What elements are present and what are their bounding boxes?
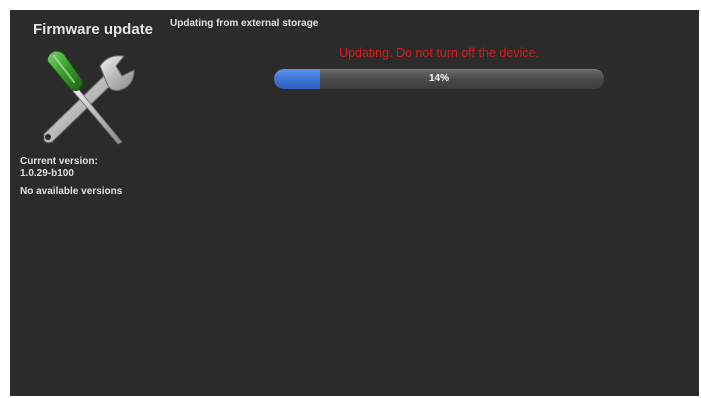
sidebar: Firmware update Current version: 1.0.29-… xyxy=(10,10,160,396)
wrench-screwdriver-icon xyxy=(43,50,135,145)
firmware-update-screen: Firmware update Current version: 1.0.29-… xyxy=(10,10,699,396)
update-warning: Updating. Do not turn off the device. xyxy=(339,46,539,60)
page-title: Updating from external storage xyxy=(170,18,319,29)
available-versions-text: No available versions xyxy=(20,186,123,197)
progress-percent: 14% xyxy=(428,73,449,84)
sidebar-title: Firmware update xyxy=(33,21,154,38)
current-version-label: Current version: xyxy=(20,156,98,167)
update-progress-bar: 14% xyxy=(274,69,604,89)
current-version-value: 1.0.29-b100 xyxy=(20,168,74,179)
